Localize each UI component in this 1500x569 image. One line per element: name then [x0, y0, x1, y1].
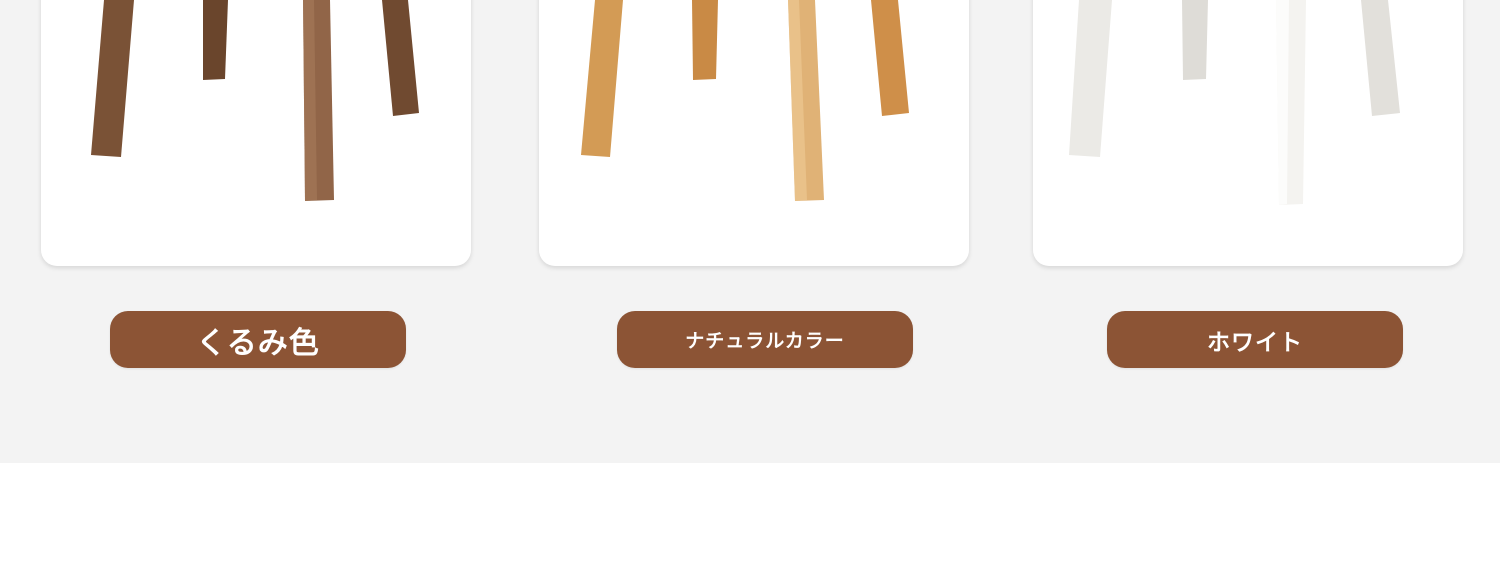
stool-legs-walnut-image	[91, 0, 419, 201]
stool-legs-white-image	[1069, 0, 1400, 205]
color-button-white[interactable]: ホワイト	[1107, 311, 1403, 368]
color-button-walnut[interactable]: くるみ色	[110, 311, 406, 368]
stool-legs-natural-image	[581, 0, 909, 201]
product-image-natural[interactable]	[539, 0, 969, 266]
color-button-natural[interactable]: ナチュラルカラー	[617, 311, 913, 368]
color-variation-section: くるみ色 ナチュラルカラー ホワイト	[0, 0, 1500, 463]
product-image-walnut[interactable]	[41, 0, 471, 266]
product-image-white[interactable]	[1033, 0, 1463, 266]
